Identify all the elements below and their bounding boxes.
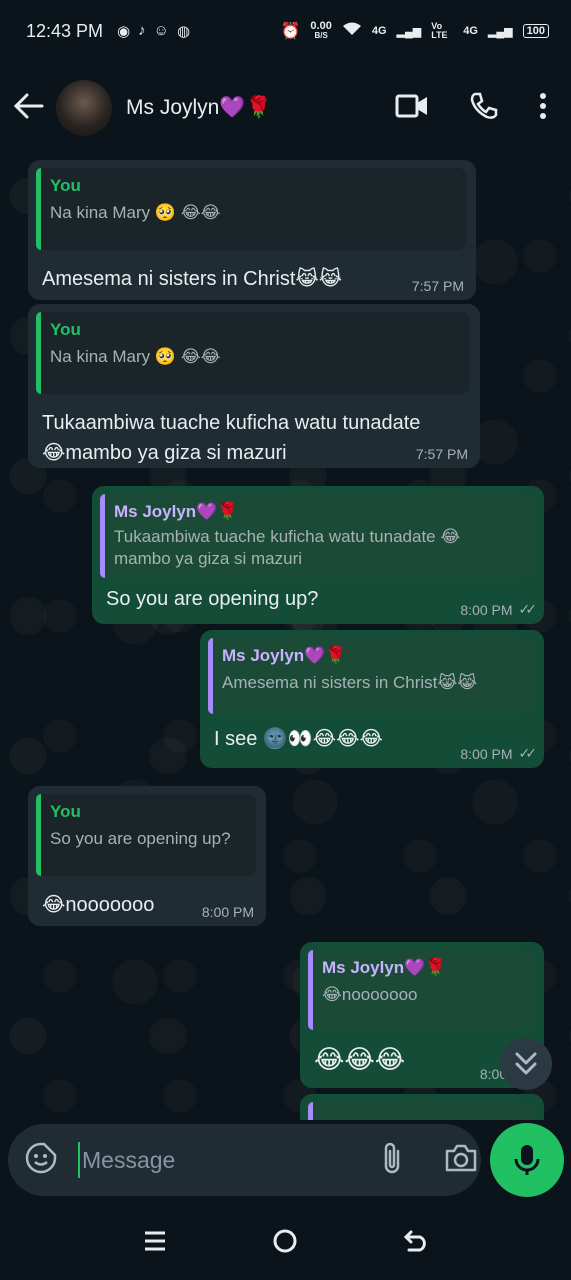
message-time: 7:57 PM <box>411 278 464 294</box>
system-nav-bar <box>0 1206 571 1280</box>
chat-area[interactable]: You Na kina Mary 🥺 😂😂 Amesema ni sisters… <box>0 154 571 1120</box>
quoted-message[interactable]: Ms Joylyn💜🌹 😂nooooooo <box>308 950 534 1030</box>
double-chevron-down-icon <box>515 1052 537 1075</box>
app-notification-icon: ◉ <box>117 23 131 40</box>
status-bar: 12:43 PM ◉ ♪ ☺ ◍ ⏰ 0.00 B/S 4G ▂▄▆ Vo LT… <box>0 0 571 62</box>
message-bubble[interactable]: You Na kina Mary 🥺 😂😂 Tukaambiwa tuache … <box>28 304 480 468</box>
back-arrow-icon[interactable] <box>13 90 50 127</box>
sticker-icon[interactable] <box>24 1141 58 1180</box>
message-bubble[interactable]: Ms Joylyn💜🌹 Tukaambiwa tuache kuficha wa… <box>92 486 544 624</box>
message-bubble-partial[interactable] <box>300 1094 544 1120</box>
quote-text: So you are opening up? <box>50 829 231 848</box>
video-call-icon[interactable] <box>395 93 429 124</box>
volte-label: Vo LTE <box>431 21 448 40</box>
quote-author: Ms Joylyn💜🌹 <box>322 958 447 977</box>
quote-text: Amesema ni sisters in Christ😹😹 <box>222 673 478 692</box>
quote-author: Ms Joylyn💜🌹 <box>222 646 347 665</box>
voice-call-icon[interactable] <box>469 91 499 126</box>
back-nav-icon[interactable] <box>403 1229 429 1258</box>
attach-icon[interactable] <box>380 1141 404 1180</box>
quoted-message[interactable]: Ms Joylyn💜🌹 Tukaambiwa tuache kuficha wa… <box>100 494 534 578</box>
quote-author: You <box>50 802 81 821</box>
alarm-icon: ⏰ <box>280 23 301 40</box>
message-text: Amesema ni sisters in Christ😹😹 <box>42 268 343 290</box>
contact-avatar[interactable] <box>56 80 112 136</box>
status-time: 12:43 PM <box>26 20 104 41</box>
signal-4g-2: 4G <box>463 25 478 37</box>
quoted-message[interactable]: Ms Joylyn💜🌹 Amesema ni sisters in Christ… <box>208 638 534 714</box>
quoted-message[interactable]: You Na kina Mary 🥺 😂😂 <box>36 312 470 394</box>
read-ticks-icon: ✓✓ <box>518 601 538 617</box>
quote-author: You <box>50 176 81 195</box>
tiktok-icon: ♪ <box>138 22 146 39</box>
messenger-icon: ◍ <box>176 23 191 40</box>
camera-icon[interactable] <box>444 1143 478 1178</box>
quoted-message[interactable]: You So you are opening up? <box>36 794 256 876</box>
more-options-icon[interactable] <box>539 92 547 125</box>
quoted-message <box>308 1102 534 1120</box>
quote-text: Na kina Mary 🥺 😂😂 <box>50 347 221 366</box>
message-time: 7:57 PM <box>415 446 468 462</box>
read-ticks-icon: ✓✓ <box>518 745 538 761</box>
message-composer <box>8 1124 481 1196</box>
snapchat-icon: ☺ <box>153 22 169 39</box>
signal-bars-1: ▂▄▆ <box>396 25 422 38</box>
microphone-icon <box>514 1145 540 1175</box>
quote-author: Ms Joylyn💜🌹 <box>114 502 239 521</box>
signal-4g-1: 4G <box>371 25 387 37</box>
quote-text: 😂nooooooo <box>322 985 418 1004</box>
message-time: 8:00 PM ✓✓ <box>460 601 538 618</box>
voice-message-button[interactable] <box>490 1123 564 1197</box>
quoted-message[interactable]: You Na kina Mary 🥺 😂😂 <box>36 168 466 250</box>
quote-text: Tukaambiwa tuache kuficha watu tunadate … <box>114 527 461 568</box>
notification-icons: ◉ ♪ ☺ ◍ <box>117 22 190 40</box>
message-text: Tukaambiwa tuache kuficha watu tunadate … <box>42 412 421 464</box>
message-input[interactable] <box>78 1142 380 1178</box>
message-bubble[interactable]: Ms Joylyn💜🌹 Amesema ni sisters in Christ… <box>200 630 544 768</box>
contact-name[interactable]: Ms Joylyn💜🌹 <box>126 96 395 120</box>
message-bubble[interactable]: You Na kina Mary 🥺 😂😂 Amesema ni sisters… <box>28 160 476 300</box>
network-speed: 0.00 B/S <box>310 20 332 41</box>
battery-icon: 100 <box>522 24 549 38</box>
scroll-to-bottom-button[interactable] <box>500 1038 552 1090</box>
quote-text: Na kina Mary 🥺 😂😂 <box>50 203 221 222</box>
wifi-icon <box>342 21 362 42</box>
quote-author: You <box>50 320 81 339</box>
chat-header: Ms Joylyn💜🌹 <box>0 62 571 154</box>
recent-apps-icon[interactable] <box>143 1230 167 1257</box>
message-bubble[interactable]: You So you are opening up? 😂nooooooo 8:0… <box>28 786 266 926</box>
home-icon[interactable] <box>272 1228 298 1259</box>
signal-bars-2: ▂▄▆ <box>487 25 513 38</box>
message-time: 8:00 PM ✓✓ <box>460 745 538 762</box>
message-time: 8:00 PM <box>201 904 254 920</box>
